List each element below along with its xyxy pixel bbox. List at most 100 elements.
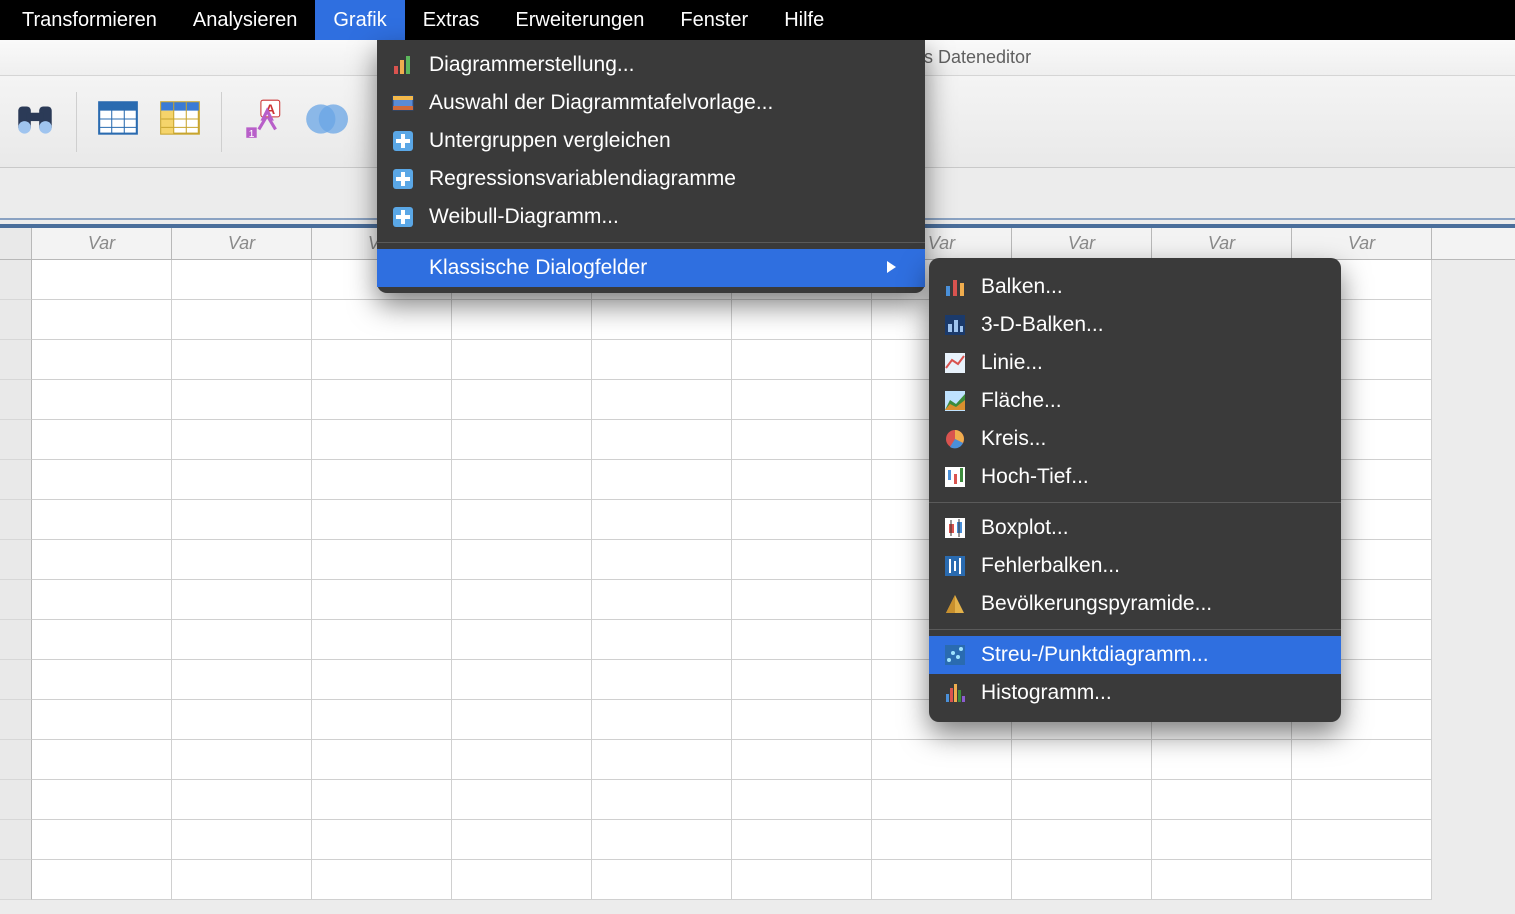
grid-cell[interactable] — [172, 340, 312, 380]
grid-cell[interactable] — [32, 740, 172, 780]
grid-cell[interactable] — [1012, 860, 1152, 900]
menu-transformieren[interactable]: Transformieren — [4, 0, 175, 40]
grid-cell[interactable] — [732, 420, 872, 460]
grid-cell[interactable] — [172, 500, 312, 540]
grid-cell[interactable] — [592, 700, 732, 740]
grid-cell[interactable] — [1152, 820, 1292, 860]
grid-cell[interactable] — [452, 780, 592, 820]
grid-cell[interactable] — [32, 300, 172, 340]
grid-cell[interactable] — [452, 540, 592, 580]
grid-cell[interactable] — [32, 460, 172, 500]
grid-cell[interactable] — [1012, 740, 1152, 780]
menu-analysieren[interactable]: Analysieren — [175, 0, 316, 40]
grid-cell[interactable] — [312, 660, 452, 700]
toolbar-value-labels-button[interactable] — [236, 95, 290, 149]
row-header-cell[interactable] — [0, 540, 32, 580]
grid-cell[interactable] — [452, 500, 592, 540]
menu-item-klassische-dialogfelder[interactable]: Klassische Dialogfelder — [377, 249, 925, 287]
grid-cell[interactable] — [592, 460, 732, 500]
grid-cell[interactable] — [452, 820, 592, 860]
column-header[interactable]: Var — [32, 228, 172, 259]
row-header-cell[interactable] — [0, 380, 32, 420]
grid-cell[interactable] — [872, 740, 1012, 780]
grid-cell[interactable] — [172, 540, 312, 580]
grid-cell[interactable] — [452, 860, 592, 900]
row-header-cell[interactable] — [0, 700, 32, 740]
grid-cell[interactable] — [312, 700, 452, 740]
row-header-cell[interactable] — [0, 500, 32, 540]
grid-cell[interactable] — [172, 740, 312, 780]
grid-cell[interactable] — [732, 380, 872, 420]
grid-cell[interactable] — [732, 460, 872, 500]
grid-cell[interactable] — [592, 540, 732, 580]
grid-cell[interactable] — [32, 860, 172, 900]
grid-cell[interactable] — [172, 580, 312, 620]
grid-cell[interactable] — [732, 860, 872, 900]
grid-cell[interactable] — [32, 420, 172, 460]
submenu-item-balken[interactable]: Balken... — [929, 268, 1341, 306]
grid-cell[interactable] — [312, 460, 452, 500]
grid-cell[interactable] — [312, 500, 452, 540]
grid-cell[interactable] — [452, 580, 592, 620]
grid-cell[interactable] — [32, 380, 172, 420]
grid-cell[interactable] — [1292, 860, 1432, 900]
grid-cell[interactable] — [592, 820, 732, 860]
grid-cell[interactable] — [312, 420, 452, 460]
grid-cell[interactable] — [592, 300, 732, 340]
column-header[interactable]: Var — [1292, 228, 1432, 259]
grid-cell[interactable] — [452, 300, 592, 340]
grid-cell[interactable] — [452, 660, 592, 700]
column-header[interactable]: Var — [1012, 228, 1152, 259]
grid-cell[interactable] — [312, 820, 452, 860]
grid-cell[interactable] — [872, 860, 1012, 900]
menu-item-weibull[interactable]: Weibull-Diagramm... — [377, 198, 925, 236]
grid-cell[interactable] — [732, 820, 872, 860]
menu-item-untergruppen[interactable]: Untergruppen vergleichen — [377, 122, 925, 160]
grid-cell[interactable] — [1012, 780, 1152, 820]
grid-cell[interactable] — [312, 580, 452, 620]
grid-cell[interactable] — [1152, 780, 1292, 820]
grid-cell[interactable] — [1292, 820, 1432, 860]
menu-fenster[interactable]: Fenster — [662, 0, 766, 40]
grid-cell[interactable] — [1152, 860, 1292, 900]
grid-cell[interactable] — [312, 860, 452, 900]
row-header-cell[interactable] — [0, 740, 32, 780]
grid-cell[interactable] — [32, 540, 172, 580]
row-header-cell[interactable] — [0, 300, 32, 340]
grid-cell[interactable] — [172, 420, 312, 460]
grid-cell[interactable] — [32, 700, 172, 740]
grid-cell[interactable] — [732, 500, 872, 540]
grid-cell[interactable] — [312, 740, 452, 780]
grid-cell[interactable] — [452, 740, 592, 780]
grid-cell[interactable] — [32, 500, 172, 540]
grid-cell[interactable] — [872, 780, 1012, 820]
submenu-item-histogramm[interactable]: Histogramm... — [929, 674, 1341, 712]
grid-cell[interactable] — [592, 340, 732, 380]
menu-erweiterungen[interactable]: Erweiterungen — [497, 0, 662, 40]
row-header-cell[interactable] — [0, 460, 32, 500]
grid-cell[interactable] — [872, 820, 1012, 860]
submenu-item-hoch-tief[interactable]: Hoch-Tief... — [929, 458, 1341, 496]
submenu-item-kreis[interactable]: Kreis... — [929, 420, 1341, 458]
grid-cell[interactable] — [172, 300, 312, 340]
grid-cell[interactable] — [312, 300, 452, 340]
grid-cell[interactable] — [592, 660, 732, 700]
grid-cell[interactable] — [592, 780, 732, 820]
grid-cell[interactable] — [172, 620, 312, 660]
grid-cell[interactable] — [32, 780, 172, 820]
grid-cell[interactable] — [312, 380, 452, 420]
toolbar-variable-view-button[interactable] — [153, 95, 207, 149]
grid-cell[interactable] — [592, 740, 732, 780]
menu-item-diagrammerstellung[interactable]: Diagrammerstellung... — [377, 46, 925, 84]
grid-cell[interactable] — [452, 420, 592, 460]
row-header-cell[interactable] — [0, 620, 32, 660]
grid-cell[interactable] — [452, 700, 592, 740]
grid-cell[interactable] — [592, 420, 732, 460]
submenu-item-flaeche[interactable]: Fläche... — [929, 382, 1341, 420]
grid-cell[interactable] — [732, 700, 872, 740]
menu-hilfe[interactable]: Hilfe — [766, 0, 842, 40]
grid-cell[interactable] — [312, 620, 452, 660]
grid-cell[interactable] — [732, 620, 872, 660]
grid-cell[interactable] — [1292, 780, 1432, 820]
grid-cell[interactable] — [312, 540, 452, 580]
